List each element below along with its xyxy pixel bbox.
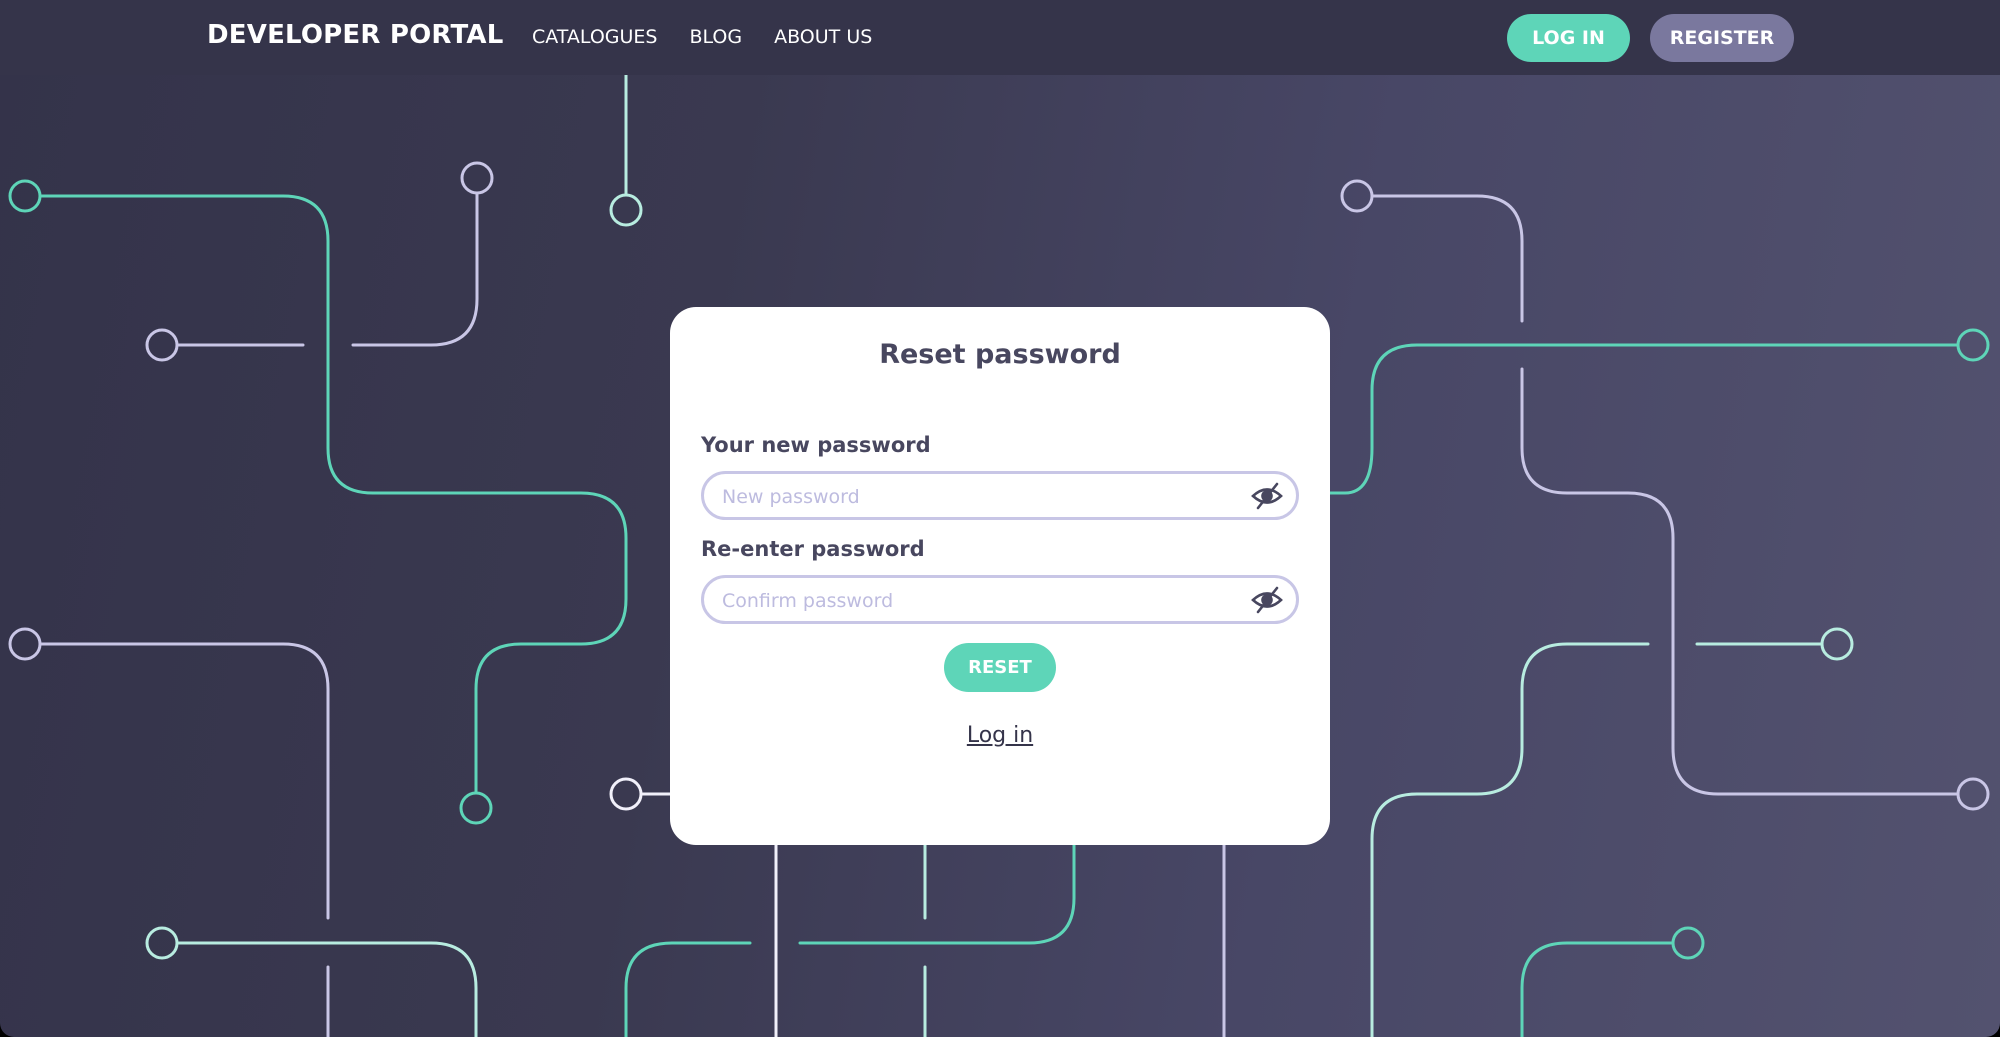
circuit-line [1340,179,1990,811]
brand-logo[interactable]: DEVELOPER PORTAL [207,20,503,50]
reset-password-card: Reset password Your new password Re-ente… [670,307,1330,845]
circuit-line [1520,926,1705,1037]
circuit-line [145,161,494,362]
confirm-password-label: Re-enter password [701,537,925,561]
reset-button[interactable]: RESET [944,643,1056,692]
confirm-password-input[interactable] [720,578,1244,623]
nav-about-us[interactable]: ABOUT US [774,26,872,48]
circuit-line [1370,627,1854,1037]
page-frame: DEVELOPER PORTAL CATALOGUES BLOG ABOUT U… [0,0,2000,1037]
circuit-line [8,627,330,1037]
login-link-wrapper: Log in [670,723,1330,748]
login-button[interactable]: LOG IN [1507,14,1630,62]
main-nav: CATALOGUES BLOG ABOUT US [532,26,872,48]
eye-slash-icon[interactable] [1250,586,1284,614]
login-link[interactable]: Log in [967,723,1033,748]
circuit-line [624,843,1076,1037]
nav-catalogues[interactable]: CATALOGUES [532,26,657,48]
top-navbar: DEVELOPER PORTAL CATALOGUES BLOG ABOUT U… [0,0,2000,75]
nav-blog[interactable]: BLOG [689,26,742,48]
circuit-line [609,73,643,227]
new-password-field [701,471,1299,520]
new-password-label: Your new password [701,433,931,457]
circuit-line [8,179,628,825]
new-password-input[interactable] [720,474,1244,519]
circuit-line [145,926,478,1037]
card-title: Reset password [879,339,1121,370]
confirm-password-field [701,575,1299,624]
circuit-line [1328,328,1990,495]
register-button[interactable]: REGISTER [1650,14,1794,62]
circuit-line [609,777,672,811]
eye-slash-icon[interactable] [1250,482,1284,510]
